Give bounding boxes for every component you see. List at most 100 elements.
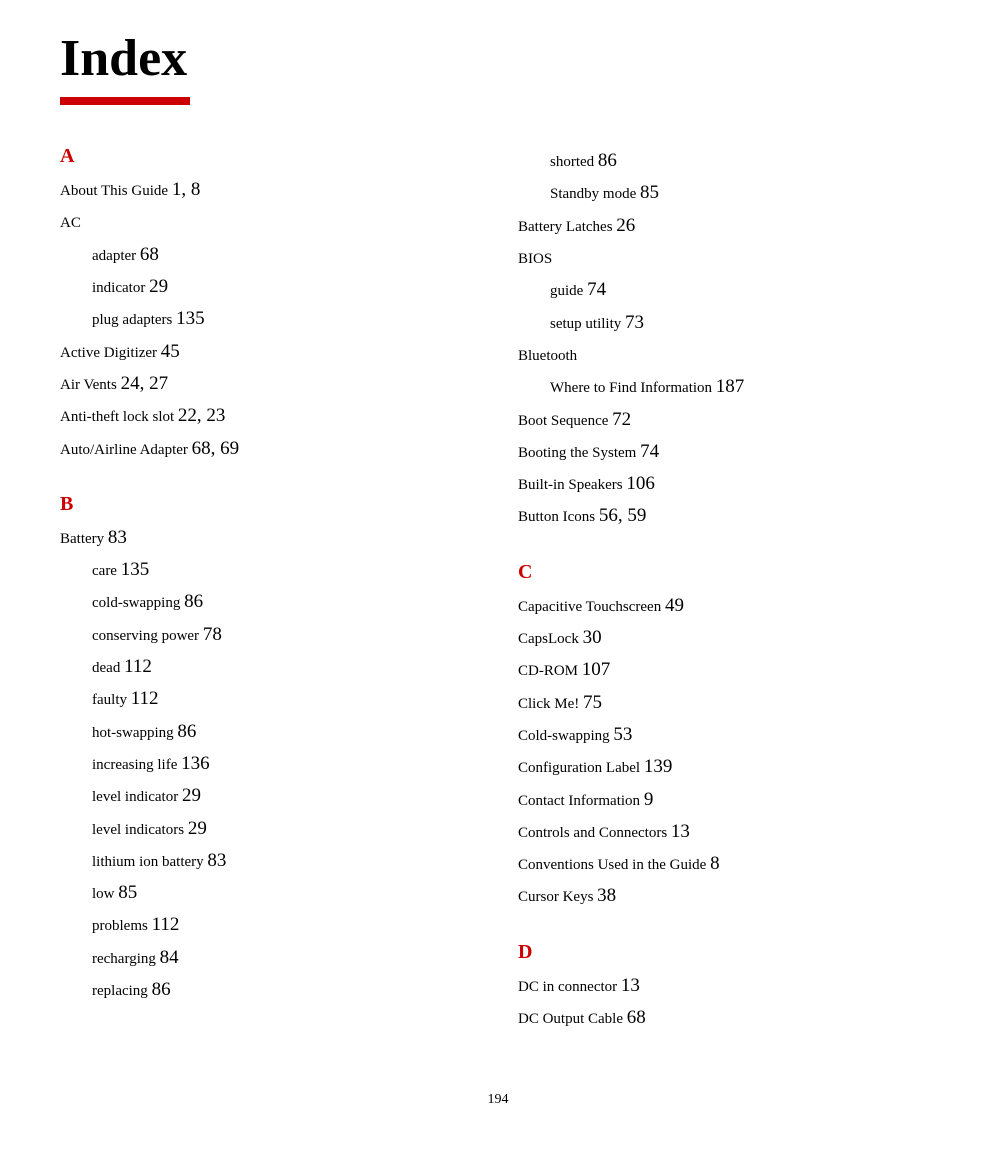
index-entry: guide 74 <box>518 274 936 306</box>
entry-num: 78 <box>203 624 222 645</box>
entry-num: 85 <box>118 882 137 903</box>
entry-num: 24, 27 <box>121 373 169 394</box>
index-entry: Battery Latches 26 <box>518 210 936 242</box>
entry-term: replacing <box>92 983 152 999</box>
index-entry: Built-in Speakers 106 <box>518 468 936 500</box>
entry-term: Where to Find Information <box>550 380 716 396</box>
section-block: CCapacitive Touchscreen 49CapsLock 30CD-… <box>518 561 936 913</box>
entry-num: 45 <box>161 341 180 362</box>
entry-term: Active Digitizer <box>60 345 161 361</box>
entry-num: 86 <box>184 591 203 612</box>
entry-num: 112 <box>131 688 159 709</box>
entry-term: Anti-theft lock slot <box>60 409 178 425</box>
index-entry: Active Digitizer 45 <box>60 336 478 368</box>
entry-term: About This Guide <box>60 183 172 199</box>
entry-term: problems <box>92 918 152 934</box>
index-entry: Capacitive Touchscreen 49 <box>518 590 936 622</box>
entry-num: 112 <box>124 656 152 677</box>
index-entry: hot-swapping 86 <box>60 716 478 748</box>
entry-term: shorted <box>550 154 598 170</box>
entry-num: 135 <box>121 559 150 580</box>
entry-term: Cursor Keys <box>518 889 597 905</box>
entry-term: Air Vents <box>60 377 121 393</box>
entry-num: 49 <box>665 595 684 616</box>
entry-term: CD-ROM <box>518 663 582 679</box>
entry-num: 86 <box>177 721 196 742</box>
entry-num: 68 <box>140 244 159 265</box>
page-title: Index <box>60 30 936 87</box>
entry-term: lithium ion battery <box>92 854 207 870</box>
entry-num: 187 <box>716 376 745 397</box>
section-block: BBattery 83care 135cold-swapping 86conse… <box>60 493 478 1006</box>
entry-term: dead <box>92 660 124 676</box>
entry-term: Auto/Airline Adapter <box>60 442 192 458</box>
entry-num: 107 <box>582 659 611 680</box>
red-bar <box>60 97 190 105</box>
entry-num: 106 <box>626 473 655 494</box>
index-entry: adapter 68 <box>60 239 478 271</box>
index-entry: care 135 <box>60 554 478 586</box>
entry-num: 56, 59 <box>599 505 647 526</box>
index-entry: DC in connector 13 <box>518 970 936 1002</box>
entry-term: indicator <box>92 280 149 296</box>
index-entry: Button Icons 56, 59 <box>518 500 936 532</box>
entry-term: Bluetooth <box>518 348 577 364</box>
index-entry: recharging 84 <box>60 942 478 974</box>
entry-term: Click Me! <box>518 696 583 712</box>
entry-term: plug adapters <box>92 312 176 328</box>
entry-term: Controls and Connectors <box>518 825 671 841</box>
index-entry: conserving power 78 <box>60 619 478 651</box>
index-entry: faulty 112 <box>60 683 478 715</box>
entry-term: level indicators <box>92 822 188 838</box>
entry-num: 9 <box>644 789 654 810</box>
index-entry: low 85 <box>60 877 478 909</box>
entry-num: 13 <box>621 975 640 996</box>
entry-term: level indicator <box>92 789 182 805</box>
index-entry: Anti-theft lock slot 22, 23 <box>60 400 478 432</box>
entry-num: 8 <box>710 853 720 874</box>
index-entry: Cold-swapping 53 <box>518 719 936 751</box>
entry-term: AC <box>60 215 81 231</box>
index-entry: setup utility 73 <box>518 307 936 339</box>
entry-term: hot-swapping <box>92 725 177 741</box>
index-entry: shorted 86 <box>518 145 936 177</box>
entry-num: 22, 23 <box>178 405 226 426</box>
entry-term: Capacitive Touchscreen <box>518 599 665 615</box>
index-entry: Conventions Used in the Guide 8 <box>518 848 936 880</box>
entry-term: Boot Sequence <box>518 413 612 429</box>
index-entry: Booting the System 74 <box>518 436 936 468</box>
index-entry: Where to Find Information 187 <box>518 371 936 403</box>
index-entry: Click Me! 75 <box>518 687 936 719</box>
index-entry: BIOS <box>518 242 936 274</box>
right-column: shorted 86Standby mode 85Battery Latches… <box>518 145 936 1062</box>
index-entry: Configuration Label 139 <box>518 751 936 783</box>
index-entry: Air Vents 24, 27 <box>60 368 478 400</box>
left-column: A About This Guide 1, 8 AC adapter 68 indica… <box>60 145 478 1062</box>
section-block: DDC in connector 13DC Output Cable 68 <box>518 941 936 1035</box>
entry-term: guide <box>550 283 587 299</box>
entry-term: faulty <box>92 692 131 708</box>
index-entry: About This Guide 1, 8 <box>60 174 478 206</box>
entry-term: Booting the System <box>518 445 640 461</box>
entry-term: Built-in Speakers <box>518 477 626 493</box>
entry-num: 139 <box>644 756 673 777</box>
entry-term: low <box>92 886 118 902</box>
entry-num: 68 <box>627 1007 646 1028</box>
entry-num: 13 <box>671 821 690 842</box>
entry-num: 29 <box>182 785 201 806</box>
entry-term: Conventions Used in the Guide <box>518 857 710 873</box>
entry-num: 112 <box>152 914 180 935</box>
section-letter: B <box>60 493 478 516</box>
entry-num: 74 <box>587 279 606 300</box>
index-entry: Auto/Airline Adapter 68, 69 <box>60 433 478 465</box>
section-block: shorted 86Standby mode 85Battery Latches… <box>518 145 936 533</box>
index-entry: replacing 86 <box>60 974 478 1006</box>
section-letter: A <box>60 145 478 168</box>
entry-term: Battery Latches <box>518 219 616 235</box>
index-entry: increasing life 136 <box>60 748 478 780</box>
index-entry: level indicator 29 <box>60 780 478 812</box>
index-entry: Standby mode 85 <box>518 177 936 209</box>
index-entry: CD-ROM 107 <box>518 654 936 686</box>
index-entry: cold-swapping 86 <box>60 586 478 618</box>
entry-num: 86 <box>598 150 617 171</box>
